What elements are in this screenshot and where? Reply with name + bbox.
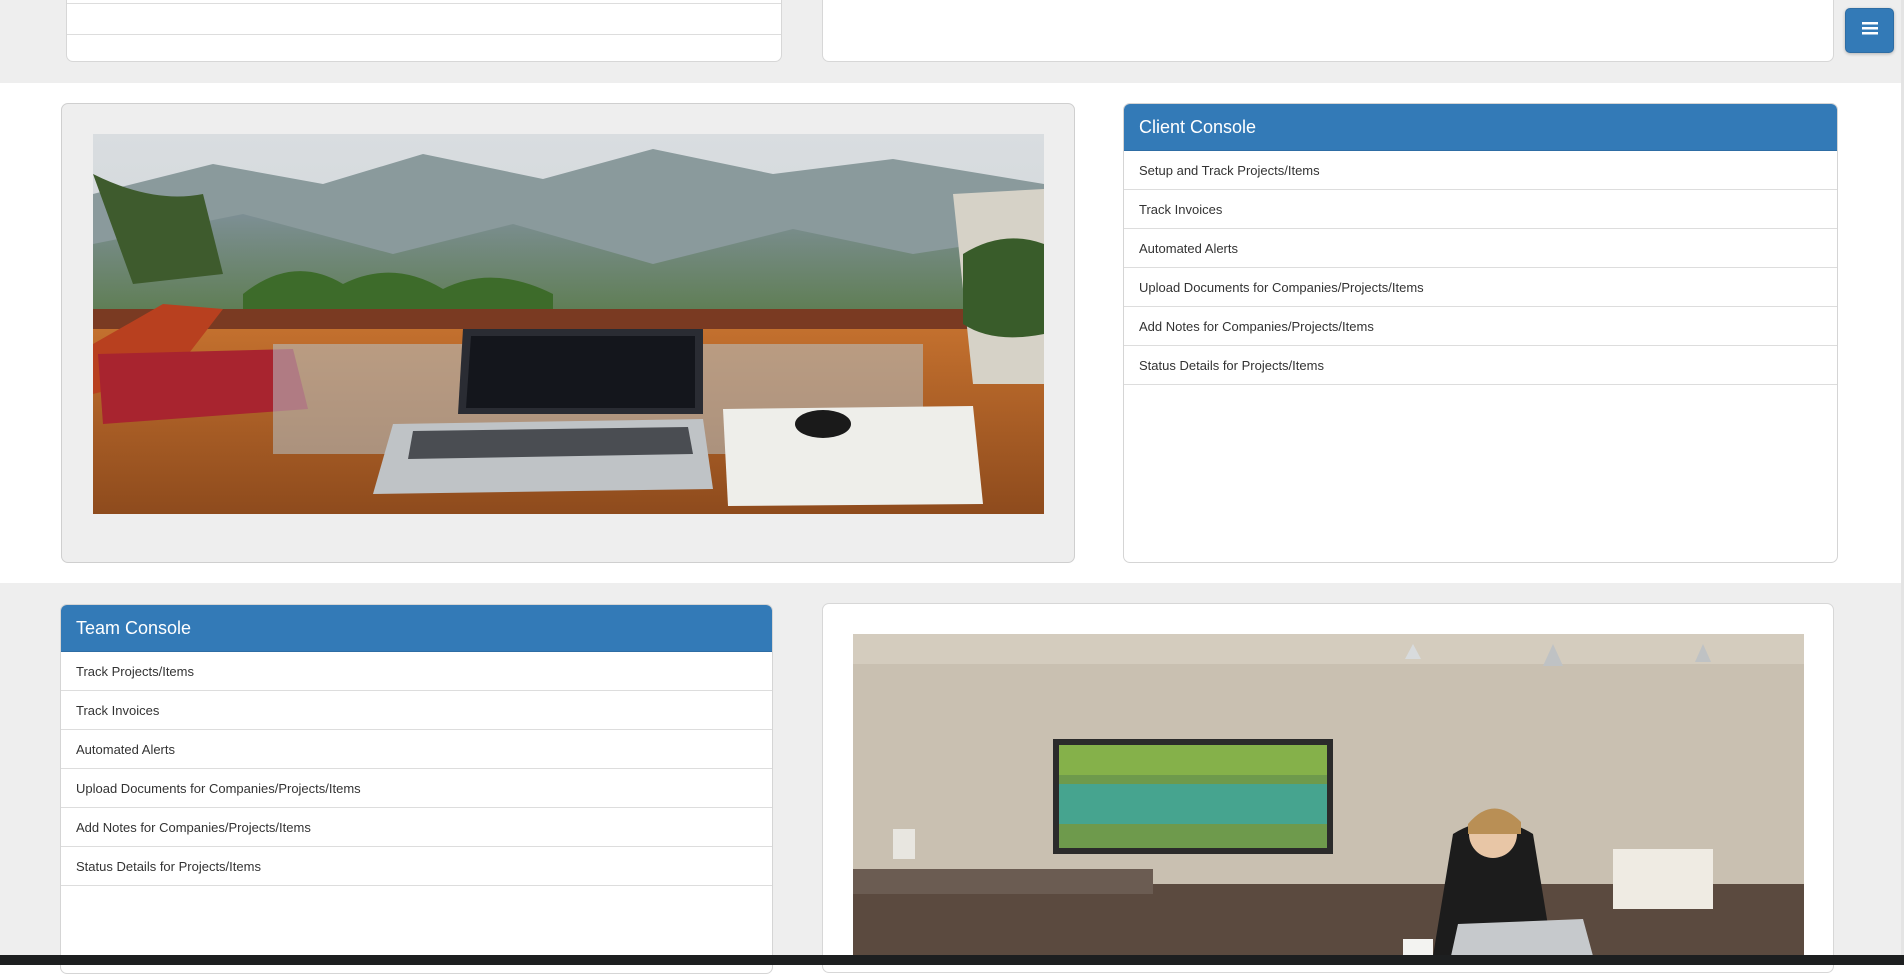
client-console-item-upload-documents[interactable]: Upload Documents for Companies/Projects/… [1124,268,1837,307]
team-console-panel: Team Console Track Projects/Items Track … [60,604,773,974]
team-console-list: Track Projects/Items Track Invoices Auto… [61,652,772,886]
team-console-item-upload-documents[interactable]: Upload Documents for Companies/Projects/… [61,769,772,808]
top-left-panel [66,0,782,62]
image-panel-top [61,103,1075,563]
team-console-item-add-notes[interactable]: Add Notes for Companies/Projects/Items [61,808,772,847]
os-taskbar [0,955,1904,965]
top-section [0,0,1904,83]
top-right-panel [822,0,1834,62]
team-console-title: Team Console [61,605,772,652]
image-panel-bottom [822,603,1834,973]
team-console-item-track-projects[interactable]: Track Projects/Items [61,652,772,691]
team-console-item-automated-alerts[interactable]: Automated Alerts [61,730,772,769]
client-console-item-setup-track[interactable]: Setup and Track Projects/Items [1124,151,1837,190]
hamburger-menu-icon [1861,21,1878,40]
team-console-item-status-details[interactable]: Status Details for Projects/Items [61,847,772,886]
team-console-item-track-invoices[interactable]: Track Invoices [61,691,772,730]
client-console-item-automated-alerts[interactable]: Automated Alerts [1124,229,1837,268]
client-console-panel: Client Console Setup and Track Projects/… [1123,103,1838,563]
client-console-list: Setup and Track Projects/Items Track Inv… [1124,151,1837,385]
client-console-item-status-details[interactable]: Status Details for Projects/Items [1124,346,1837,385]
menu-toggle-button[interactable] [1845,8,1894,53]
client-console-item-add-notes[interactable]: Add Notes for Companies/Projects/Items [1124,307,1837,346]
laptop-on-balcony-mountains-photo [93,134,1044,514]
client-console-title: Client Console [1124,104,1837,151]
woman-working-laptop-living-room-photo [853,634,1804,956]
top-left-input[interactable] [67,3,781,35]
client-console-item-track-invoices[interactable]: Track Invoices [1124,190,1837,229]
